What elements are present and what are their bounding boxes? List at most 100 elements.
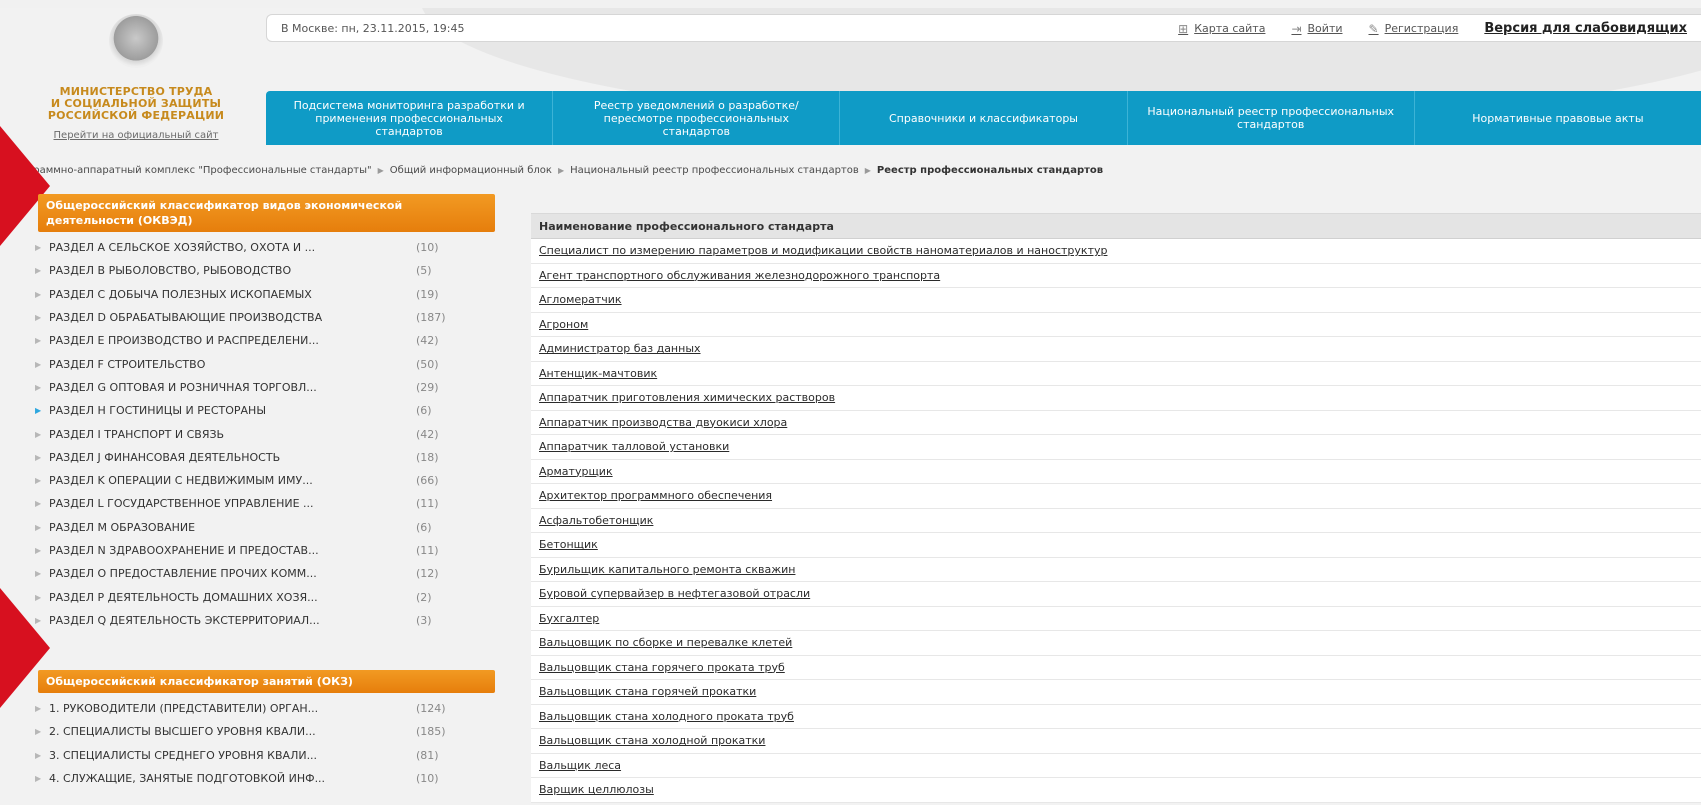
classifier-item-count: (29) xyxy=(416,380,439,394)
coat-of-arms-icon xyxy=(109,14,163,68)
okved-header[interactable]: Общероссийский классификатор видов эконо… xyxy=(38,194,495,232)
classifier-item[interactable]: ▶ РАЗДЕЛ L ГОСУДАРСТВЕННОЕ УПРАВЛЕНИЕ ...… xyxy=(35,492,530,515)
standard-link[interactable]: Агроном xyxy=(539,318,588,331)
standard-link[interactable]: Специалист по измерению параметров и мод… xyxy=(539,244,1107,257)
okved-list: ▶ РАЗДЕЛ A СЕЛЬСКОЕ ХОЗЯЙСТВО, ОХОТА И ..… xyxy=(35,236,530,632)
classifier-item[interactable]: ▶ РАЗДЕЛ B РЫБОЛОВСТВО, РЫБОВОДСТВО (5) xyxy=(35,259,530,282)
classifier-item-count: (10) xyxy=(416,241,439,255)
table-row: Вальцовщик стана горячей прокатки xyxy=(531,680,1701,705)
official-site-link[interactable]: Перейти на официальный сайт xyxy=(54,130,219,141)
table-row: Администратор баз данных xyxy=(531,337,1701,362)
breadcrumb-separator-icon: ▶ xyxy=(864,166,871,175)
standard-link[interactable]: Вальцовщик стана холодной прокатки xyxy=(539,734,765,747)
classifier-item[interactable]: ▶ РАЗДЕЛ H ГОСТИНИЦЫ И РЕСТОРАНЫ (6) xyxy=(35,399,530,422)
table-row: Вальцовщик стана холодного проката труб xyxy=(531,705,1701,729)
table-row: Агроном xyxy=(531,313,1701,337)
standard-link[interactable]: Аппаратчик приготовления химических раст… xyxy=(539,391,835,404)
classifier-item[interactable]: ▶ РАЗДЕЛ A СЕЛЬСКОЕ ХОЗЯЙСТВО, ОХОТА И ..… xyxy=(35,236,530,259)
standard-link[interactable]: Вальцовщик по сборке и перевалке клетей xyxy=(539,636,792,649)
sitemap-link[interactable]: ⊞ Карта сайта xyxy=(1178,22,1265,36)
classifier-item[interactable]: ▶ 2. СПЕЦИАЛИСТЫ ВЫСШЕГО УРОВНЯ КВАЛИ... (… xyxy=(35,720,530,743)
standard-link[interactable]: Архитектор программного обеспечения xyxy=(539,489,772,502)
classifier-item[interactable]: ▶ РАЗДЕЛ G ОПТОВАЯ И РОЗНИЧНАЯ ТОРГОВЛ...… xyxy=(35,376,530,399)
classifier-item[interactable]: ▶ 3. СПЕЦИАЛИСТЫ СРЕДНЕГО УРОВНЯ КВАЛИ...… xyxy=(35,744,530,767)
classifier-item[interactable]: ▶ РАЗДЕЛ J ФИНАНСОВАЯ ДЕЯТЕЛЬНОСТЬ (18) xyxy=(35,446,530,469)
classifier-item-label: 4. СЛУЖАЩИЕ, ЗАНЯТЫЕ ПОДГОТОВКОЙ ИНФ... xyxy=(49,772,326,786)
classifier-item-label: 3. СПЕЦИАЛИСТЫ СРЕДНЕГО УРОВНЯ КВАЛИ... xyxy=(49,748,318,762)
nav-classifiers[interactable]: Справочники и классификаторы xyxy=(840,91,1128,145)
standard-link[interactable]: Аппаратчик производства двуокиси хлора xyxy=(539,416,787,429)
standard-link[interactable]: Вальцовщик стана горячей прокатки xyxy=(539,685,756,698)
table-row: Бетонщик xyxy=(531,533,1701,558)
nav-monitoring[interactable]: Подсистема мониторинга разработки и прим… xyxy=(266,91,554,145)
bullet-arrow-icon: ▶ xyxy=(35,382,42,392)
classifier-item[interactable]: ▶ РАЗДЕЛ Q ДЕЯТЕЛЬНОСТЬ ЭКСТЕРРИТОРИАЛ...… xyxy=(35,609,530,632)
classifier-item[interactable]: ▶ РАЗДЕЛ O ПРЕДОСТАВЛЕНИЕ ПРОЧИХ КОММ... (… xyxy=(35,562,530,585)
classifier-item-label: РАЗДЕЛ L ГОСУДАРСТВЕННОЕ УПРАВЛЕНИЕ ... xyxy=(49,497,314,511)
standard-link[interactable]: Вальцовщик стана холодного проката труб xyxy=(539,710,794,723)
standard-link[interactable]: Вальцовщик стана горячего проката труб xyxy=(539,661,785,674)
standard-link[interactable]: Агент транспортного обслуживания железно… xyxy=(539,269,940,282)
register-link[interactable]: ✎ Регистрация xyxy=(1369,22,1459,36)
standard-link[interactable]: Вальщик леса xyxy=(539,759,621,772)
classifier-item[interactable]: ▶ РАЗДЕЛ M ОБРАЗОВАНИЕ (6) xyxy=(35,516,530,539)
classifier-item[interactable]: ▶ 4. СЛУЖАЩИЕ, ЗАНЯТЫЕ ПОДГОТОВКОЙ ИНФ...… xyxy=(35,767,530,790)
classifier-item-count: (42) xyxy=(416,334,439,348)
classifier-item[interactable]: ▶ 1. РУКОВОДИТЕЛИ (ПРЕДСТАВИТЕЛИ) ОРГАН..… xyxy=(35,697,530,720)
nav-legal-acts[interactable]: Нормативные правовые акты xyxy=(1415,91,1701,145)
bullet-arrow-icon: ▶ xyxy=(35,243,42,253)
logo-block: МИНИСТЕРСТВО ТРУДА И СОЦИАЛЬНОЙ ЗАЩИТЫ Р… xyxy=(36,14,236,141)
standard-link[interactable]: Бетонщик xyxy=(539,538,598,551)
classifier-item-label: РАЗДЕЛ D ОБРАБАТЫВАЮЩИЕ ПРОИЗВОДСТВА xyxy=(49,311,323,325)
classifier-item[interactable]: ▶ РАЗДЕЛ P ДЕЯТЕЛЬНОСТЬ ДОМАШНИХ ХОЗЯ... (… xyxy=(35,585,530,608)
classifier-item-label: РАЗДЕЛ F СТРОИТЕЛЬСТВО xyxy=(49,357,206,371)
standard-link[interactable]: Антенщик-мачтовик xyxy=(539,367,657,380)
table-row: Арматурщик xyxy=(531,460,1701,484)
table-row: Агломератчик xyxy=(531,288,1701,313)
standard-link[interactable]: Бурильщик капитального ремонта скважин xyxy=(539,563,795,576)
table-header: Наименование профессионального стандарта xyxy=(531,214,1701,239)
standard-link[interactable]: Варщик целлюлозы xyxy=(539,783,654,796)
breadcrumb-item[interactable]: Общий информационный блок xyxy=(390,165,552,176)
standard-link[interactable]: Арматурщик xyxy=(539,465,613,478)
standard-link[interactable]: Бухгалтер xyxy=(539,612,599,625)
login-label: Войти xyxy=(1307,22,1343,35)
standard-link[interactable]: Аппаратчик талловой установки xyxy=(539,440,729,453)
classifier-item[interactable]: ▶ РАЗДЕЛ F СТРОИТЕЛЬСТВО (50) xyxy=(35,352,530,375)
classifier-item-count: (10) xyxy=(416,772,439,786)
classifier-item-label: РАЗДЕЛ Q ДЕЯТЕЛЬНОСТЬ ЭКСТЕРРИТОРИАЛ... xyxy=(49,613,320,627)
classifier-item[interactable]: ▶ РАЗДЕЛ E ПРОИЗВОДСТВО И РАСПРЕДЕЛЕНИ...… xyxy=(35,329,530,352)
standard-link[interactable]: Администратор баз данных xyxy=(539,342,701,355)
table-row: Буровой супервайзер в нефтегазовой отрас… xyxy=(531,582,1701,607)
main-nav: Подсистема мониторинга разработки и прим… xyxy=(266,91,1701,145)
classifier-item[interactable]: ▶ РАЗДЕЛ I ТРАНСПОРТ И СВЯЗЬ (42) xyxy=(35,422,530,445)
classifier-item-label: РАЗДЕЛ H ГОСТИНИЦЫ И РЕСТОРАНЫ xyxy=(49,404,267,418)
bullet-arrow-icon: ▶ xyxy=(35,266,42,276)
okz-header[interactable]: Общероссийский классификатор занятий (ОК… xyxy=(38,670,495,694)
standard-link[interactable]: Асфальтобетонщик xyxy=(539,514,653,527)
breadcrumb-item[interactable]: Программно-аппаратный комплекс "Професси… xyxy=(8,165,372,176)
classifier-item[interactable]: ▶ РАЗДЕЛ N ЗДРАВООХРАНЕНИЕ И ПРЕДОСТАВ...… xyxy=(35,539,530,562)
classifier-item-label: РАЗДЕЛ G ОПТОВАЯ И РОЗНИЧНАЯ ТОРГОВЛ... xyxy=(49,380,317,394)
table-row: Вальцовщик по сборке и перевалке клетей xyxy=(531,631,1701,656)
standard-link[interactable]: Агломератчик xyxy=(539,293,622,306)
top-bar: В Москве: пн, 23.11.2015, 19:45 ⊞ Карта … xyxy=(266,14,1701,42)
breadcrumb-item[interactable]: Национальный реестр профессиональных ста… xyxy=(570,165,859,176)
table-row: Аппаратчик производства двуокиси хлора xyxy=(531,411,1701,435)
bullet-arrow-icon: ▶ xyxy=(35,546,42,555)
standard-link[interactable]: Буровой супервайзер в нефтегазовой отрас… xyxy=(539,587,810,600)
nav-notifications-registry[interactable]: Реестр уведомлений о разработке/ пересмо… xyxy=(553,91,841,145)
bullet-arrow-icon: ▶ xyxy=(35,727,42,737)
page: МИНИСТЕРСТВО ТРУДА И СОЦИАЛЬНОЙ ЗАЩИТЫ Р… xyxy=(0,8,1701,805)
login-link[interactable]: ⇥ Войти xyxy=(1291,22,1342,36)
nav-national-registry[interactable]: Национальный реестр профессиональных ста… xyxy=(1128,91,1415,145)
classifier-item[interactable]: ▶ РАЗДЕЛ D ОБРАБАТЫВАЮЩИЕ ПРОИЗВОДСТВА (18… xyxy=(35,306,530,329)
classifier-item[interactable]: ▶ РАЗДЕЛ K ОПЕРАЦИИ С НЕДВИЖИМЫМ ИМУ... (6… xyxy=(35,469,530,492)
classifier-item-label: РАЗДЕЛ A СЕЛЬСКОЕ ХОЗЯЙСТВО, ОХОТА И ... xyxy=(49,241,316,255)
ministry-line-3: РОССИЙСКОЙ ФЕДЕРАЦИИ xyxy=(47,109,225,122)
classifier-item-count: (2) xyxy=(416,590,432,604)
accessible-version-link[interactable]: Версия для слабовидящих xyxy=(1484,21,1687,36)
bullet-arrow-icon: ▶ xyxy=(35,406,42,416)
classifier-item[interactable]: ▶ РАЗДЕЛ C ДОБЫЧА ПОЛЕЗНЫХ ИСКОПАЕМЫХ (19) xyxy=(35,283,530,306)
classifier-item-count: (12) xyxy=(416,567,439,581)
